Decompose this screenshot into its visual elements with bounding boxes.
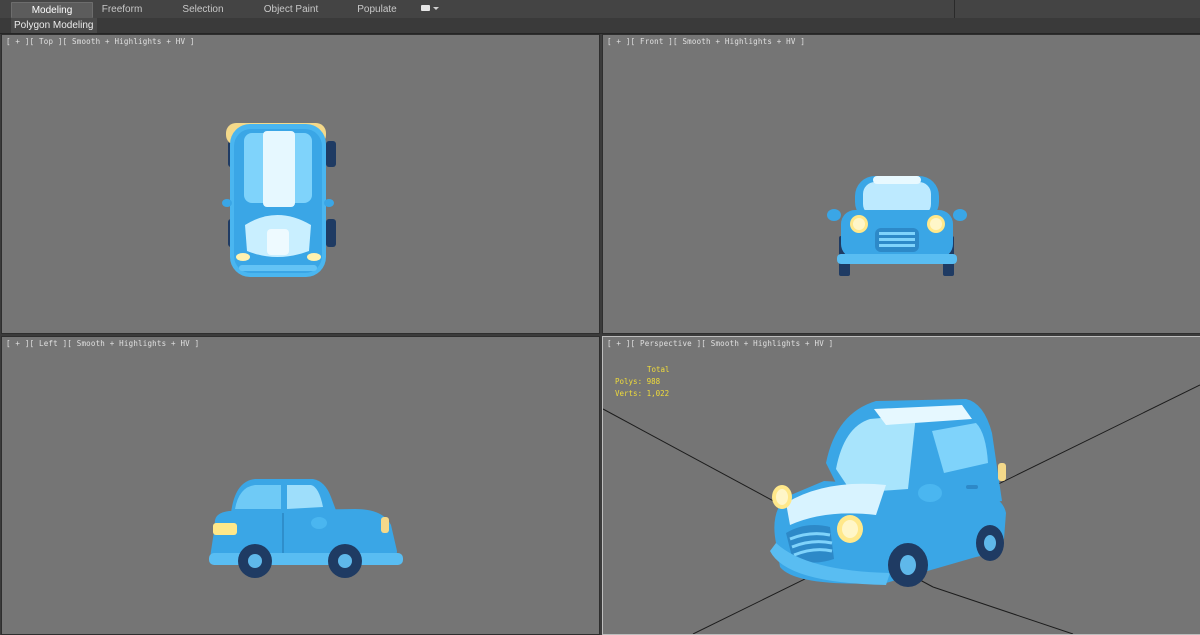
stats-polys: Polys: 988 xyxy=(615,376,670,388)
chevron-down-icon xyxy=(433,7,439,10)
stats-verts-value: 1,022 xyxy=(646,389,670,398)
panel-box-icon xyxy=(421,5,430,11)
ribbon-tabs: Modeling Freeform Selection Object Paint… xyxy=(0,0,1200,19)
car-model-front-view[interactable] xyxy=(825,172,970,284)
viewport-label-perspective[interactable]: [ + ][ Perspective ][ Smooth + Highlight… xyxy=(607,339,833,348)
panel-toggle-icon[interactable] xyxy=(421,4,443,15)
ribbon-divider xyxy=(954,0,955,18)
ribbon-panel-bar: Polygon Modeling xyxy=(0,18,1200,34)
viewport-front[interactable]: [ + ][ Front ][ Smooth + Highlights + HV… xyxy=(602,34,1200,334)
viewport-label-left[interactable]: [ + ][ Left ][ Smooth + Highlights + HV … xyxy=(6,339,199,348)
car-model-top-view[interactable] xyxy=(217,117,347,282)
viewport-label-front[interactable]: [ + ][ Front ][ Smooth + Highlights + HV… xyxy=(607,37,805,46)
stats-polys-label: Polys: xyxy=(615,377,643,386)
stats-polys-value: 988 xyxy=(646,377,661,386)
viewport-label-top[interactable]: [ + ][ Top ][ Smooth + Highlights + HV ] xyxy=(6,37,195,46)
tab-populate[interactable]: Populate xyxy=(348,2,406,17)
tab-modeling[interactable]: Modeling xyxy=(11,2,93,18)
tab-object-paint[interactable]: Object Paint xyxy=(256,2,326,17)
car-model-left-view[interactable] xyxy=(205,473,407,581)
viewport-perspective[interactable]: [ + ][ Perspective ][ Smooth + Highlight… xyxy=(602,336,1200,635)
tab-freeform[interactable]: Freeform xyxy=(92,2,152,17)
stats-verts: Verts: 1,022 xyxy=(615,388,670,400)
stats-verts-label: Verts: xyxy=(615,389,643,398)
scene-statistics: Total Polys: 988 Verts: 1,022 xyxy=(615,364,670,400)
stats-total-header: Total xyxy=(647,365,670,374)
viewport-left[interactable]: [ + ][ Left ][ Smooth + Highlights + HV … xyxy=(1,336,600,635)
car-model-perspective-view[interactable] xyxy=(766,393,1016,593)
panel-label-polygon-modeling[interactable]: Polygon Modeling xyxy=(11,18,97,33)
tab-selection[interactable]: Selection xyxy=(172,2,234,17)
viewport-top[interactable]: [ + ][ Top ][ Smooth + Highlights + HV ] xyxy=(1,34,600,334)
